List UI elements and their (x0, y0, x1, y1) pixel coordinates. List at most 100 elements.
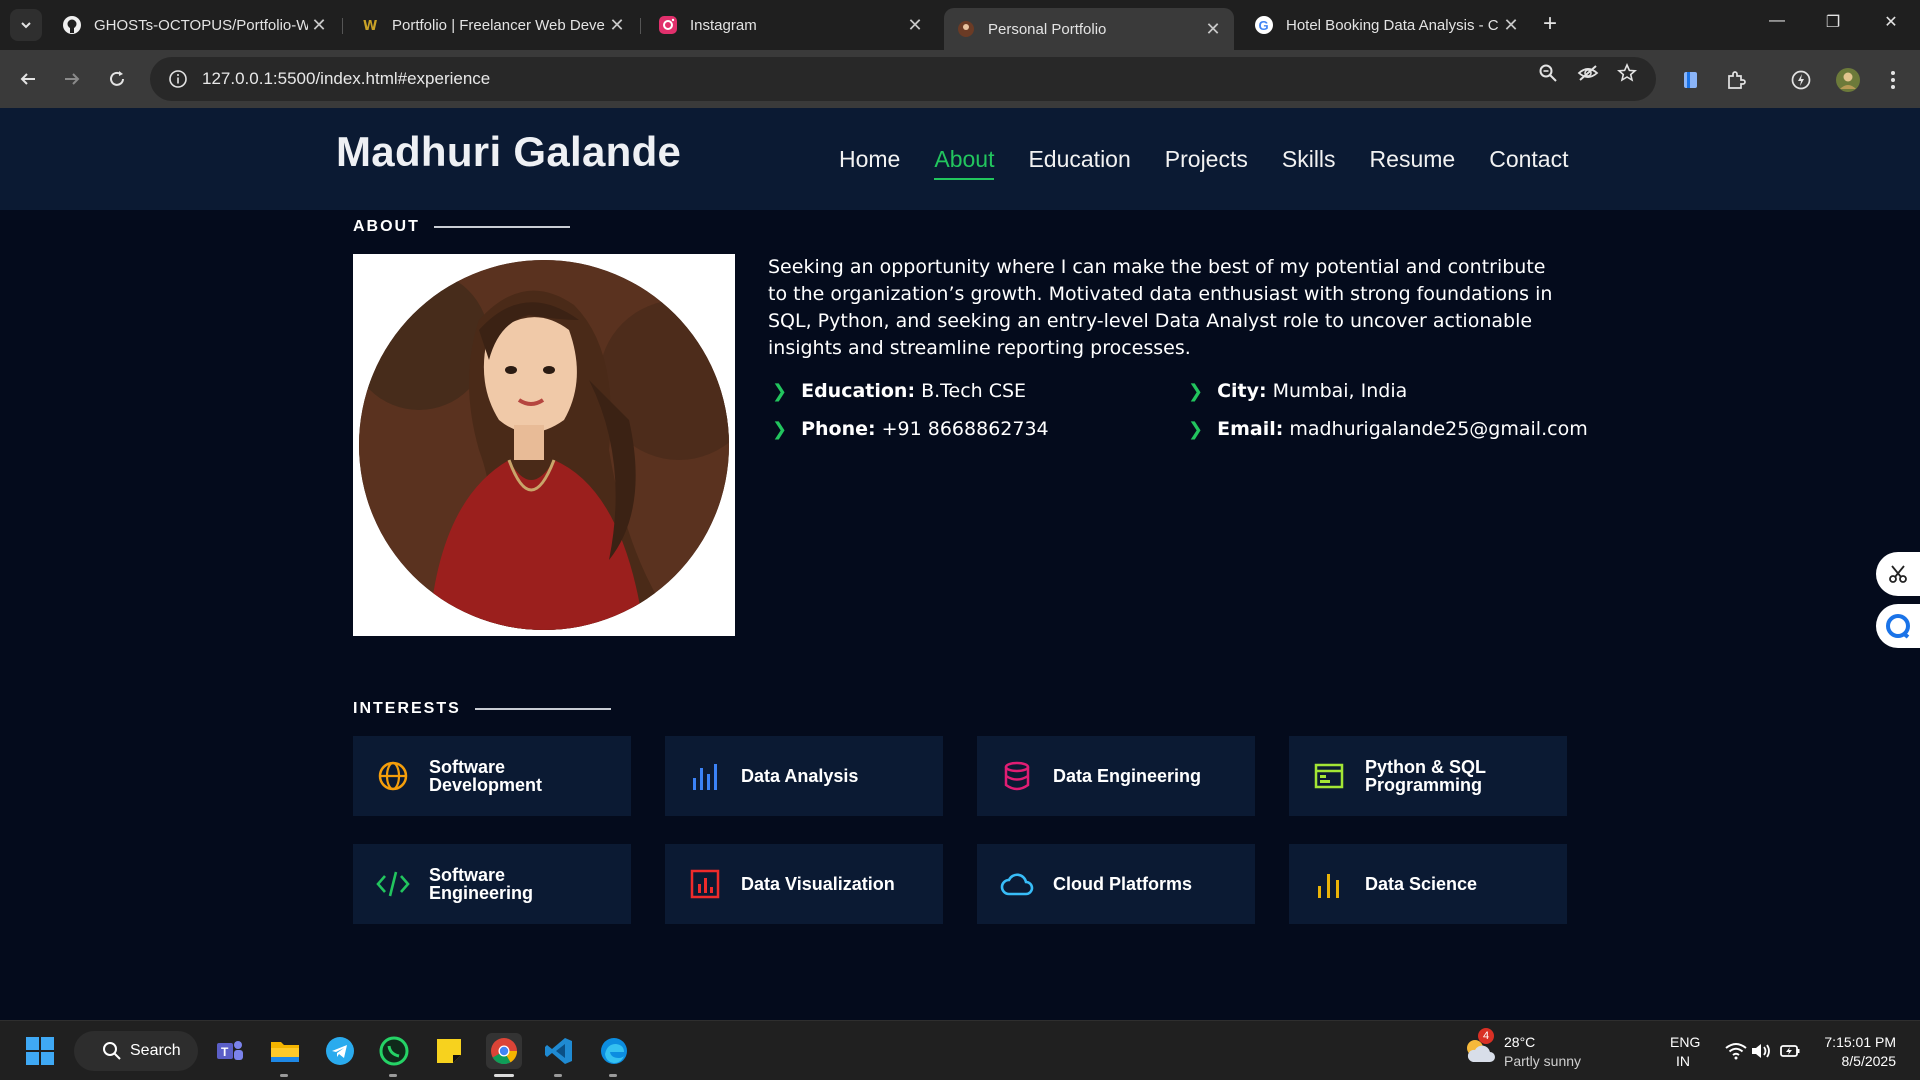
address-bar[interactable]: 127.0.0.1:5500/index.html#experience (150, 57, 1656, 101)
edge-icon[interactable] (596, 1033, 632, 1069)
arrow-right-icon (65, 73, 80, 85)
nav-contact[interactable]: Contact (1489, 146, 1568, 173)
language-region[interactable]: IN (1676, 1052, 1690, 1071)
interest-card[interactable]: Data Visualization (665, 844, 943, 924)
running-indicator (554, 1074, 562, 1077)
browser-toolbar: 127.0.0.1:5500/index.html#experience (0, 50, 1920, 108)
chevron-right-icon: ❯ (1188, 418, 1204, 440)
nav-education[interactable]: Education (1028, 146, 1130, 173)
tab-close-icon[interactable]: ✕ (1202, 19, 1224, 40)
arrow-left-icon (20, 73, 35, 85)
chevron-right-icon: ❯ (1188, 380, 1204, 402)
tab-instagram[interactable]: Instagram ✕ (646, 8, 936, 42)
interest-card[interactable]: Data Analysis (665, 736, 943, 816)
file-explorer-icon[interactable] (267, 1033, 303, 1069)
heading-underline (433, 226, 570, 228)
interest-card[interactable]: Data Science (1289, 844, 1567, 924)
tab-title: Hotel Booking Data Analysis - C (1286, 16, 1499, 34)
chrome-icon[interactable] (486, 1033, 522, 1069)
browser-tab-bar: GHOSTs-OCTOPUS/Portfolio-W ✕ W Portfolio… (0, 0, 1920, 50)
fact-email: ❯ Email: madhurigalande25@gmail.com (1188, 418, 1588, 440)
bars-icon (1311, 866, 1347, 902)
tab-close-icon[interactable]: ✕ (606, 15, 628, 36)
chevron-down-icon (21, 22, 31, 29)
scissors-tool-button[interactable] (1876, 552, 1920, 596)
tab-google[interactable]: G Hotel Booking Data Analysis - C ✕ (1242, 8, 1532, 42)
clock-time[interactable]: 7:15:01 PM (1822, 1033, 1896, 1052)
whatsapp-icon[interactable] (376, 1033, 412, 1069)
heading-underline (474, 708, 611, 710)
tab-close-icon[interactable]: ✕ (308, 15, 330, 36)
zoom-icon[interactable] (1536, 61, 1560, 85)
browser-menu-icon[interactable] (1879, 66, 1907, 94)
battery-icon[interactable] (1772, 1033, 1808, 1069)
forward-button[interactable] (56, 63, 88, 95)
interest-label: Cloud Platforms (1053, 874, 1193, 894)
nav-resume[interactable]: Resume (1370, 146, 1456, 173)
site-nav: Home About Education Projects Skills Res… (839, 146, 1602, 180)
back-button[interactable] (12, 63, 44, 95)
fact-phone: ❯ Phone: +91 8668862734 (772, 418, 1049, 440)
tab-github[interactable]: GHOSTs-OCTOPUS/Portfolio-W ✕ (50, 8, 340, 42)
interest-card[interactable]: Software Development (353, 736, 631, 816)
nav-home[interactable]: Home (839, 146, 900, 173)
tab-title: Portfolio | Freelancer Web Deve (392, 16, 605, 34)
about-description: Seeking an opportunity where I can make … (768, 256, 1553, 359)
chat-assistant-button[interactable] (1876, 604, 1920, 648)
interest-label: Python & SQL Programming (1365, 757, 1486, 795)
tab-search-button[interactable] (10, 9, 42, 41)
bar-chart-icon (687, 758, 723, 794)
interest-card[interactable]: Python & SQL Programming (1289, 736, 1567, 816)
site-logo[interactable]: Madhuri Galande (336, 128, 681, 176)
new-tab-button[interactable]: + (1543, 12, 1557, 36)
nav-projects[interactable]: Projects (1165, 146, 1248, 173)
site-header: Madhuri Galande Home About Education Pro… (0, 108, 1920, 210)
vscode-icon[interactable] (541, 1033, 577, 1069)
reading-list-icon[interactable] (1677, 66, 1705, 94)
interest-card[interactable]: Data Engineering (977, 736, 1255, 816)
sticky-notes-icon[interactable] (431, 1033, 467, 1069)
instagram-icon (658, 15, 678, 35)
start-button[interactable] (22, 1033, 58, 1069)
tab-close-icon[interactable]: ✕ (904, 15, 926, 36)
chat-bubble-icon (1886, 614, 1910, 639)
cloud-icon (999, 866, 1035, 902)
svg-text:G: G (1259, 18, 1269, 33)
clock-date[interactable]: 8/5/2025 (1822, 1052, 1897, 1071)
bookmark-star-icon[interactable] (1615, 61, 1639, 85)
svg-text:W: W (363, 19, 377, 34)
teams-icon[interactable]: T (212, 1033, 248, 1069)
profile-photo (353, 254, 735, 636)
site-info-icon[interactable] (156, 69, 200, 89)
tab-title: Instagram (690, 16, 757, 34)
minimize-icon[interactable]: — (1757, 12, 1797, 30)
reload-button[interactable] (101, 63, 133, 95)
tab-close-icon[interactable]: ✕ (1500, 15, 1522, 36)
fact-label: Email: (1217, 418, 1284, 440)
performance-icon[interactable] (1787, 66, 1815, 94)
taskbar-search[interactable]: Search (74, 1031, 198, 1071)
globe-icon (375, 758, 411, 794)
chevron-right-icon: ❯ (772, 418, 788, 440)
extensions-icon[interactable] (1722, 66, 1750, 94)
profile-avatar[interactable] (1834, 66, 1862, 94)
language-primary[interactable]: ENG (1670, 1033, 1700, 1052)
fact-value: madhurigalande25@gmail.com (1289, 418, 1588, 440)
restore-icon[interactable]: ❐ (1813, 12, 1853, 32)
interest-label: Data Analysis (741, 766, 859, 786)
interest-card[interactable]: Software Engineering (353, 844, 631, 924)
nav-about[interactable]: About (934, 146, 995, 180)
chevron-right-icon: ❯ (772, 380, 788, 402)
nav-skills[interactable]: Skills (1282, 146, 1336, 173)
tab-freelancer[interactable]: W Portfolio | Freelancer Web Deve ✕ (348, 8, 638, 42)
search-icon (103, 1042, 121, 1060)
interest-label: Data Visualization (741, 874, 895, 894)
running-indicator (389, 1074, 397, 1077)
interest-card[interactable]: Cloud Platforms (977, 844, 1255, 924)
tab-title: GHOSTs-OCTOPUS/Portfolio-W (94, 16, 308, 34)
close-window-icon[interactable]: ✕ (1871, 12, 1911, 32)
tab-personal-portfolio[interactable]: Personal Portfolio ✕ (944, 8, 1234, 50)
svg-text:T: T (221, 1045, 229, 1059)
telegram-icon[interactable] (322, 1033, 358, 1069)
eye-off-icon[interactable] (1576, 61, 1600, 85)
